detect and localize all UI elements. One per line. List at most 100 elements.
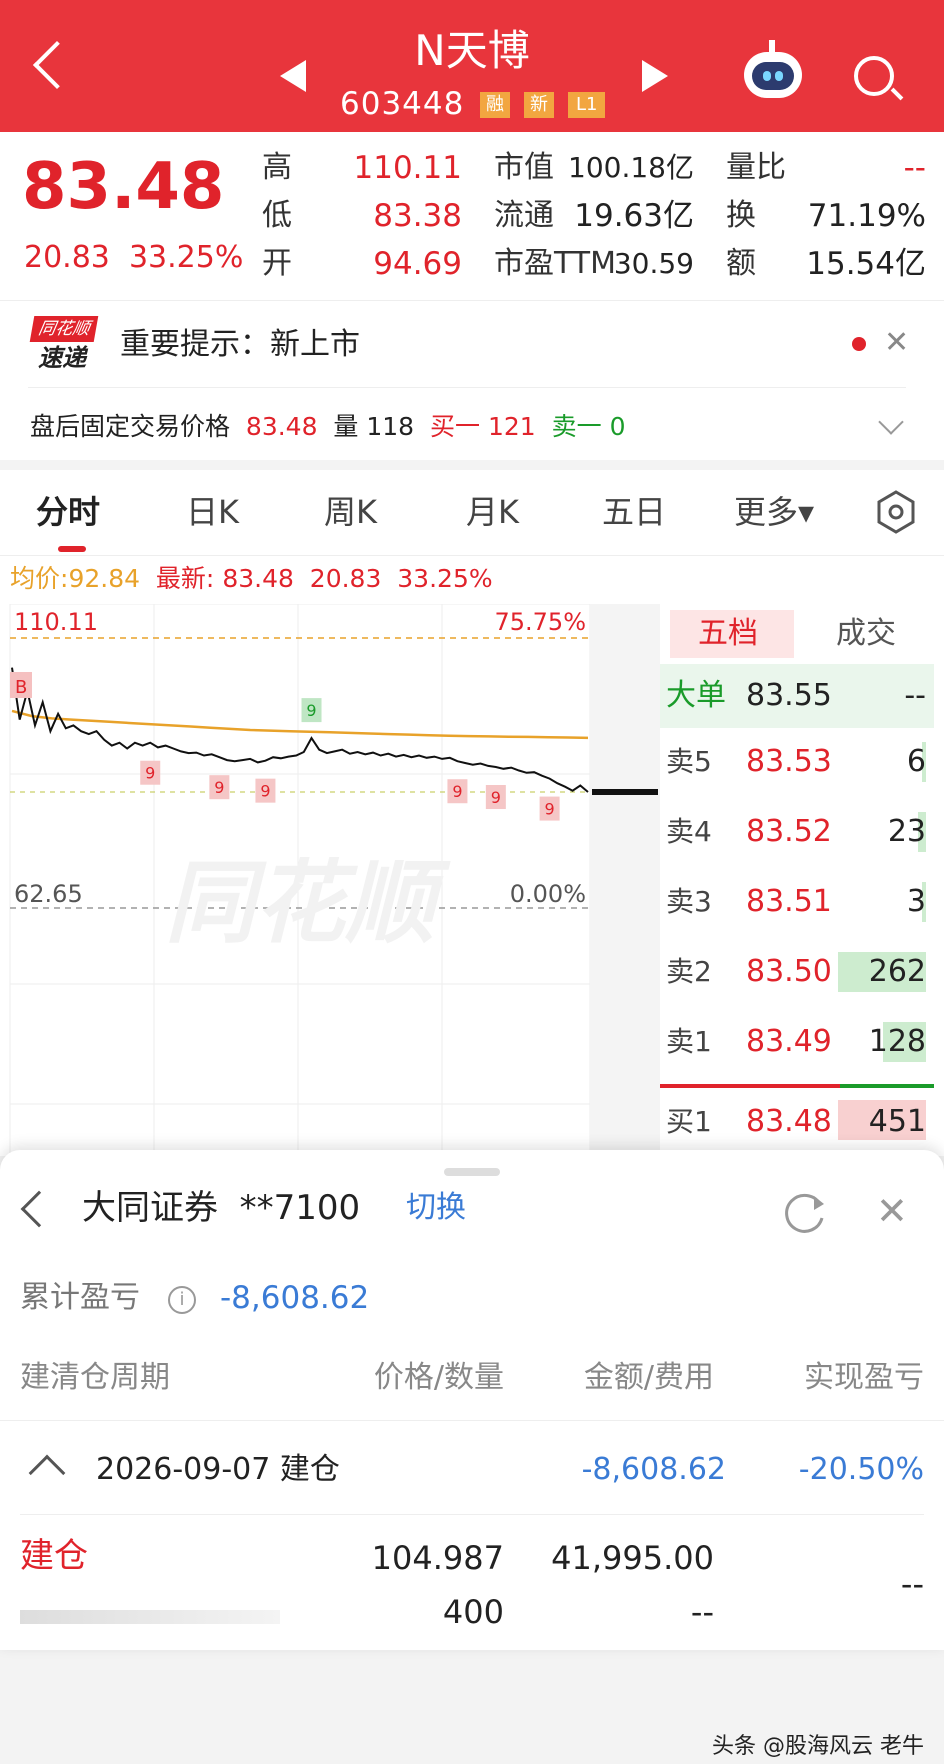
assistant-robot-icon[interactable] [744,40,802,98]
tab-five-levels[interactable]: 五档 [698,612,758,656]
row-price: 104.987 [371,1539,504,1577]
ths-express-logo: 同花顺 速递 [28,316,100,374]
period-label[interactable]: 2026-09-07 建仓 [96,1448,340,1492]
notice-text[interactable]: 重要提示：新上市 [120,323,360,367]
tab-daily-k[interactable]: 日K [186,490,239,534]
info-icon[interactable]: i [168,1286,196,1314]
bottom-pct-label: 0.00% [510,880,586,908]
tab-intraday[interactable]: 分时 [36,490,100,534]
switch-account-link[interactable]: 切换 [406,1186,466,1230]
vol-ratio-value: -- [903,150,926,186]
bid-ask-divider-red [660,1084,840,1088]
buy1-vol: 451 [868,1104,926,1139]
tab-monthly-k[interactable]: 月K [466,490,519,534]
close-notice-icon[interactable]: ✕ [884,325,909,361]
sell-row[interactable]: 卖1 83.49 128 [660,1014,934,1074]
price-change: 20.83 33.25% [24,240,244,275]
period-amount: -8,608.62 [581,1452,726,1487]
back-chevron-icon[interactable] [20,1190,58,1228]
row-pnl: -- [900,1565,924,1603]
sell-label: 卖2 [666,955,712,988]
nine-marker-text: 9 [452,782,462,801]
intraday-line-chart[interactable]: 110.11 75.75% 62.65 0.00% 同花顺 B 9 9 9 9 9 9 9 [0,604,660,1156]
after-hours-info: 盘后固定交易价格 83.48 量 118 买一 121 卖一 0 [30,412,626,441]
sell-price: 83.52 [746,814,832,849]
big-order-row: 大单 83.55 -- [660,664,934,728]
notice-card[interactable]: 同花顺 速递 重要提示：新上市 ✕ 盘后固定交易价格 83.48 量 118 买… [0,300,944,460]
divider [0,1420,944,1421]
col-period: 建清仓周期 [20,1360,170,1395]
sell-label: 卖4 [666,815,712,848]
sell-row[interactable]: 卖2 83.50 262 [660,944,934,1004]
high-value: 110.11 [353,150,462,186]
row-amount: 41,995.00 [551,1539,714,1577]
low-label: 低 [262,198,292,233]
open-label: 开 [262,246,292,281]
intraday-chart-area: 均价:92.84 最新: 83.48 20.83 33.25% 110.11 7… [0,556,944,1156]
expand-chevron-icon[interactable] [878,409,904,435]
vol-ratio-label: 量比 [726,150,786,185]
sell-price: 83.53 [746,744,832,779]
refresh-icon[interactable] [782,1190,828,1236]
quote-summary: 83.48 20.83 33.25% 高 低 开 110.11 83.38 94… [0,132,944,300]
collapse-chevron-icon[interactable] [28,1454,66,1492]
new-tag: 新 [524,92,554,118]
col-amount-fee: 金额/费用 [583,1360,714,1395]
nine-marker-text: 9 [491,788,501,807]
col-price-qty: 价格/数量 [373,1360,504,1395]
buy1-price: 83.48 [746,1104,832,1139]
tab-more[interactable]: 更多▾ [734,490,814,534]
pnl-value: -8,608.62 [220,1280,370,1316]
tab-trades[interactable]: 成交 [836,612,896,656]
low-value: 83.38 [373,198,462,234]
next-stock-icon[interactable] [642,60,668,92]
pe-label: 市盈TTM [494,246,617,281]
col-realized-pnl: 实现盈亏 [804,1360,924,1395]
close-panel-icon[interactable]: ✕ [876,1188,908,1234]
row-type: 建仓 [20,1536,88,1576]
nine-marker-text: 9 [145,764,155,783]
pe-value: 30.59 [613,247,694,280]
row-fee: -- [690,1593,714,1631]
sell-row[interactable]: 卖5 83.53 6 [660,734,934,794]
amount-label: 额 [726,246,756,281]
tab-five-day[interactable]: 五日 [602,490,666,534]
blurred-text [20,1610,280,1624]
chart-info-line: 均价:92.84 最新: 83.48 20.83 33.25% [10,564,493,593]
nine-marker-text: 9 [260,782,270,801]
top-price-label: 110.11 [14,608,98,636]
tab-weekly-k[interactable]: 周K [324,490,377,534]
nine-marker-text: 9 [214,778,224,797]
mktcap-label: 市值 [494,150,554,185]
sell-row[interactable]: 卖4 83.52 23 [660,804,934,864]
stock-name: N天博 [414,26,530,75]
order-book: 五档 成交 大单 83.55 -- 卖5 83.53 6 卖4 83.52 23 卖3 83.… [660,604,934,1156]
stock-code: 603448 [340,86,465,122]
divider [28,387,906,388]
sell-vol: 23 [887,814,926,849]
sell-vol: 6 [906,744,926,779]
bid-ask-divider-green [840,1084,934,1088]
drag-handle[interactable] [444,1168,500,1176]
app-header: N天博 603448 融 新 L1 [0,0,944,132]
float-label: 流通 [494,198,554,233]
search-icon[interactable] [854,56,894,96]
pnl-label: 累计盈亏 [20,1280,140,1315]
open-value: 94.69 [373,246,462,282]
watermark: 同花顺 [165,851,451,956]
mktcap-value: 100.18亿 [568,151,694,184]
level1-tag: L1 [568,92,606,118]
settings-hexagon-icon[interactable] [872,488,920,536]
high-label: 高 [262,150,292,185]
turnover-value: 71.19% [807,198,926,234]
sell-label: 卖5 [666,745,712,778]
sell-label: 卖1 [666,1025,712,1058]
row-qty: 400 [442,1593,504,1631]
sell-price: 83.51 [746,884,832,919]
top-pct-label: 75.75% [494,608,586,636]
sell-vol: 262 [868,954,926,989]
sell-row[interactable]: 卖3 83.51 3 [660,874,934,934]
unread-dot-icon [852,337,866,351]
margin-tag: 融 [480,92,510,118]
amount-value: 15.54亿 [806,246,926,282]
